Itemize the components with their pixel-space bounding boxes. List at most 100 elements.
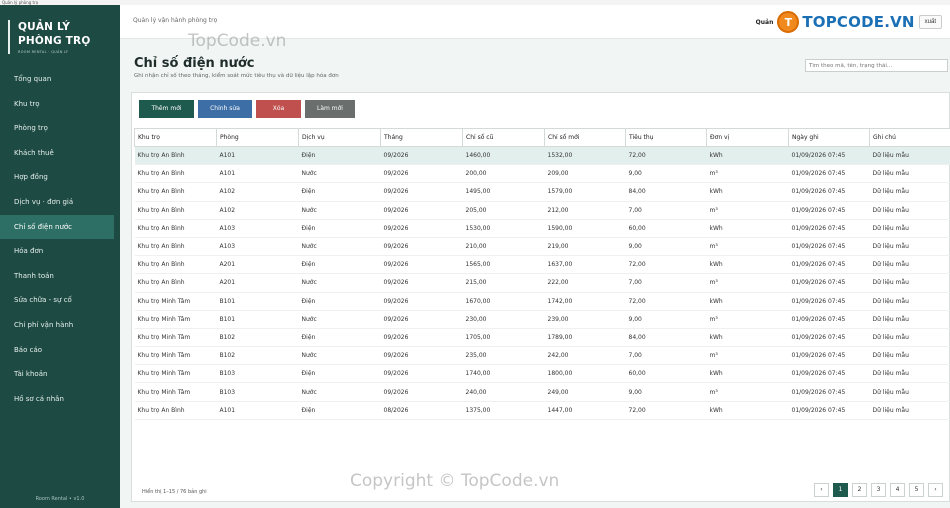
table-row[interactable]: Khu trọ An Bình A102 Điện 09/2026 1495,00 157… [134,182,950,202]
sidebar-item[interactable]: Khu trọ [0,92,120,117]
table-cell: Điện [298,182,381,202]
sidebar-item[interactable]: Dịch vụ · đơn giá [0,190,120,215]
column-header[interactable]: Ghi chú [869,128,950,147]
column-header[interactable]: Chỉ số mới [544,128,626,147]
next-page-button[interactable]: › [928,483,943,497]
brand: QUẢN LÝ PHÒNG TRỌ ROOM RENTAL · QUẢN LÝ [8,20,108,54]
table-cell: 7,00 [625,273,707,293]
table-cell: Khu trọ An Bình [134,237,217,257]
table-row[interactable]: Khu trọ Minh Tâm B102 Điện 09/2026 1705,00 17… [134,328,950,348]
sidebar-item[interactable]: Tổng quan [0,67,120,92]
table-row[interactable]: Khu trọ An Bình A201 Điện 09/2026 1565,00 163… [134,255,950,275]
table-row[interactable]: Khu trọ Minh Tâm B101 Điện 09/2026 1670,00 17… [134,292,950,311]
table-cell: A103 [216,219,299,238]
sidebar-item[interactable]: Tài khoản [0,362,120,387]
table-row[interactable]: Khu trọ An Bình A101 Nước 09/2026 200,00 209,… [134,164,950,184]
table-cell: 1447,00 [544,401,626,420]
table-cell: Dữ liệu mẫu [869,273,950,293]
table-cell: Nước [298,164,381,184]
table-cell: Khu trọ Minh Tâm [134,292,217,311]
topcode-logo: T TOPCODE.VN [777,11,914,33]
table-cell: 215,00 [462,273,545,293]
table-cell: Dữ liệu mẫu [869,328,950,348]
refresh-button[interactable]: Làm mới [305,100,355,118]
sidebar-item[interactable]: Sửa chữa - sự cố [0,288,120,313]
table-row[interactable]: Khu trọ An Bình A201 Nước 09/2026 215,00 222,… [134,273,950,293]
table-cell: 72,00 [625,146,707,166]
table-cell: 9,00 [625,164,707,184]
table-cell: 01/09/2026 07:45 [788,146,870,166]
table-cell: kWh [706,328,789,348]
table-cell: 200,00 [462,164,545,184]
table-cell: m³ [706,273,789,293]
logout-button[interactable]: xuất [918,15,942,29]
column-header[interactable]: Đơn vị [706,128,789,147]
delete-button[interactable]: Xóa [256,100,301,118]
table-cell: 01/09/2026 07:45 [788,346,870,366]
table-cell: Khu trọ An Bình [134,255,217,275]
table-cell: 7,00 [625,346,707,366]
page-button[interactable]: 5 [909,483,924,497]
table-row[interactable]: Khu trọ Minh Tâm B103 Điện 09/2026 1740,00 18… [134,364,950,384]
table-cell: Dữ liệu mẫu [869,164,950,184]
sidebar-item[interactable]: Hồ sơ cá nhân [0,387,120,412]
table-row[interactable]: Khu trọ Minh Tâm B101 Nước 09/2026 230,00 239… [134,310,950,329]
table-row[interactable]: Khu trọ An Bình A103 Điện 09/2026 1530,00 159… [134,219,950,238]
table-cell: 09/2026 [380,310,463,329]
table-cell: Điện [298,328,381,348]
sidebar-item[interactable]: Chi phí vận hành [0,313,120,338]
table-row[interactable]: Khu trọ An Bình A102 Nước 09/2026 205,00 212,… [134,201,950,220]
prev-page-button[interactable]: ‹ [814,483,829,497]
table-cell: Nước [298,310,381,329]
column-header[interactable]: Phòng [216,128,299,147]
column-header[interactable]: Tiêu thụ [625,128,707,147]
table-cell: A101 [216,401,299,420]
sidebar-item[interactable]: Hợp đồng [0,165,120,190]
sidebar-item[interactable]: Báo cáo [0,338,120,363]
table-cell: 01/09/2026 07:45 [788,182,870,202]
column-header[interactable]: Ngày ghi [788,128,870,147]
edit-button[interactable]: Chỉnh sửa [198,100,252,118]
table-cell: B101 [216,310,299,329]
table-cell: 1742,00 [544,292,626,311]
page-button[interactable]: 3 [871,483,886,497]
table-cell: 9,00 [625,237,707,257]
table-cell: Khu trọ An Bình [134,182,217,202]
table-cell: Điện [298,401,381,420]
sidebar-item[interactable]: Phòng trọ [0,116,120,141]
data-card: Thêm mới Chỉnh sửa Xóa Làm mới Khu trọ Ph… [131,92,950,502]
user-area: Quản T TOPCODE.VN xuất [756,11,942,33]
table-row[interactable]: Khu trọ Minh Tâm B102 Nước 09/2026 235,00 242… [134,346,950,366]
table-cell: 09/2026 [380,255,463,275]
page-subtitle: Ghi nhận chỉ số theo tháng, kiểm soát mứ… [134,73,339,79]
column-header[interactable]: Chỉ số cũ [462,128,545,147]
add-button[interactable]: Thêm mới [139,100,194,118]
table-cell: kWh [706,219,789,238]
column-header[interactable]: Khu trọ [134,128,217,147]
column-header[interactable]: Tháng [380,128,463,147]
table-cell: 1460,00 [462,146,545,166]
sidebar-item[interactable]: Hóa đơn [0,239,120,264]
sidebar-item[interactable]: Khách thuê [0,141,120,166]
table-cell: 01/09/2026 07:45 [788,237,870,257]
table-cell: Dữ liệu mẫu [869,310,950,329]
page-button[interactable]: 1 [833,483,848,497]
main-content: Quản lý vận hành phòng trọ Quản T TOPCOD… [120,5,950,508]
table-row[interactable]: Khu trọ An Bình A103 Nước 09/2026 210,00 219,… [134,237,950,257]
table-row[interactable]: Khu trọ An Bình A101 Điện 09/2026 1460,00 153… [134,146,950,166]
table-cell: 01/09/2026 07:45 [788,273,870,293]
page-button[interactable]: 4 [890,483,905,497]
sidebar-item[interactable]: Thanh toán [0,264,120,289]
table-cell: A102 [216,182,299,202]
table-cell: Dữ liệu mẫu [869,146,950,166]
page-button[interactable]: 2 [852,483,867,497]
table-cell: A201 [216,273,299,293]
table-cell: 01/09/2026 07:45 [788,328,870,348]
table-cell: Nước [298,382,381,402]
search-input[interactable] [805,59,948,72]
column-header[interactable]: Dịch vụ [298,128,381,147]
table-row[interactable]: Khu trọ Minh Tâm B103 Nước 09/2026 240,00 249… [134,382,950,402]
table-row[interactable]: Khu trọ An Bình A101 Điện 08/2026 1375,00 144… [134,401,950,420]
sidebar-item[interactable]: Chỉ số điện nước [0,214,114,240]
table-cell: 1637,00 [544,255,626,275]
